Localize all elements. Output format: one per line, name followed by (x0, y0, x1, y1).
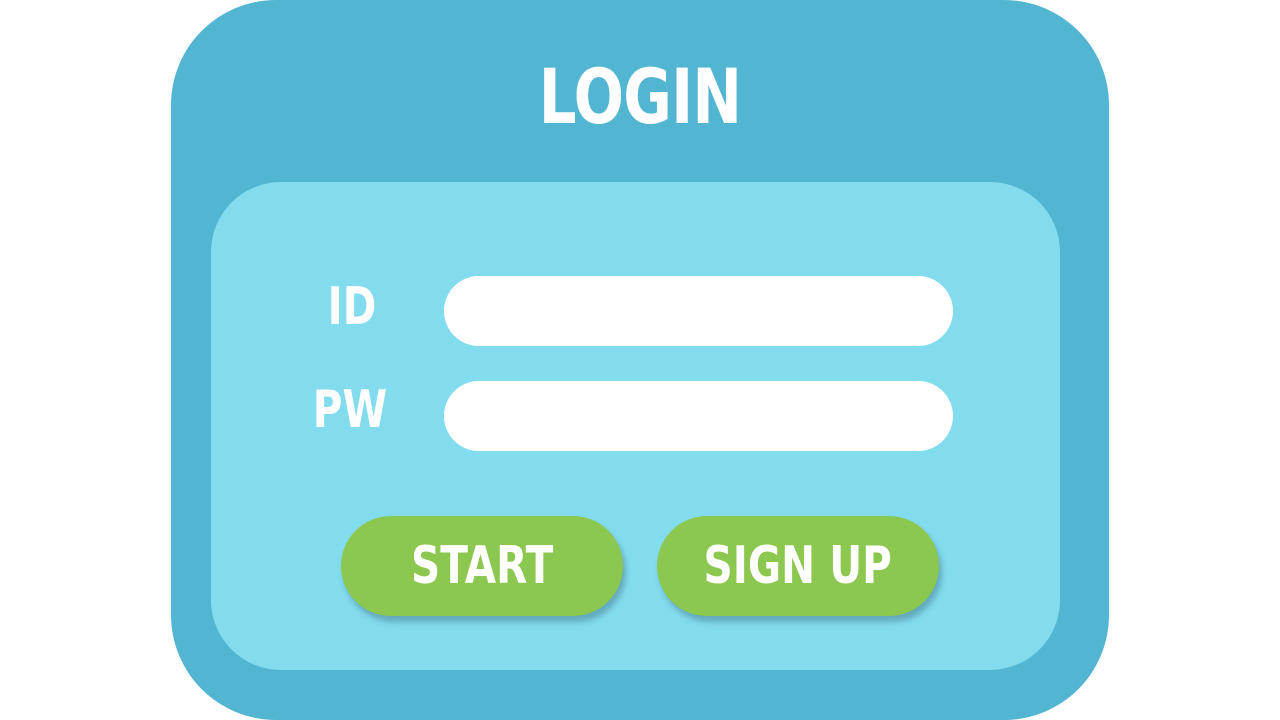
start-button-label: START (410, 536, 554, 596)
id-label: ID (327, 277, 377, 337)
start-button[interactable]: START (341, 516, 623, 616)
id-input[interactable] (444, 276, 953, 346)
sign-up-button-label: SIGN UP (703, 536, 893, 596)
sign-up-button[interactable]: SIGN UP (657, 516, 939, 616)
login-form: ID PW START SIGN UP (211, 182, 1060, 670)
login-title: LOGIN (538, 52, 742, 141)
pw-input[interactable] (444, 381, 953, 451)
login-panel: LOGIN ID PW START SIGN UP (171, 0, 1109, 720)
pw-label: PW (312, 380, 388, 440)
